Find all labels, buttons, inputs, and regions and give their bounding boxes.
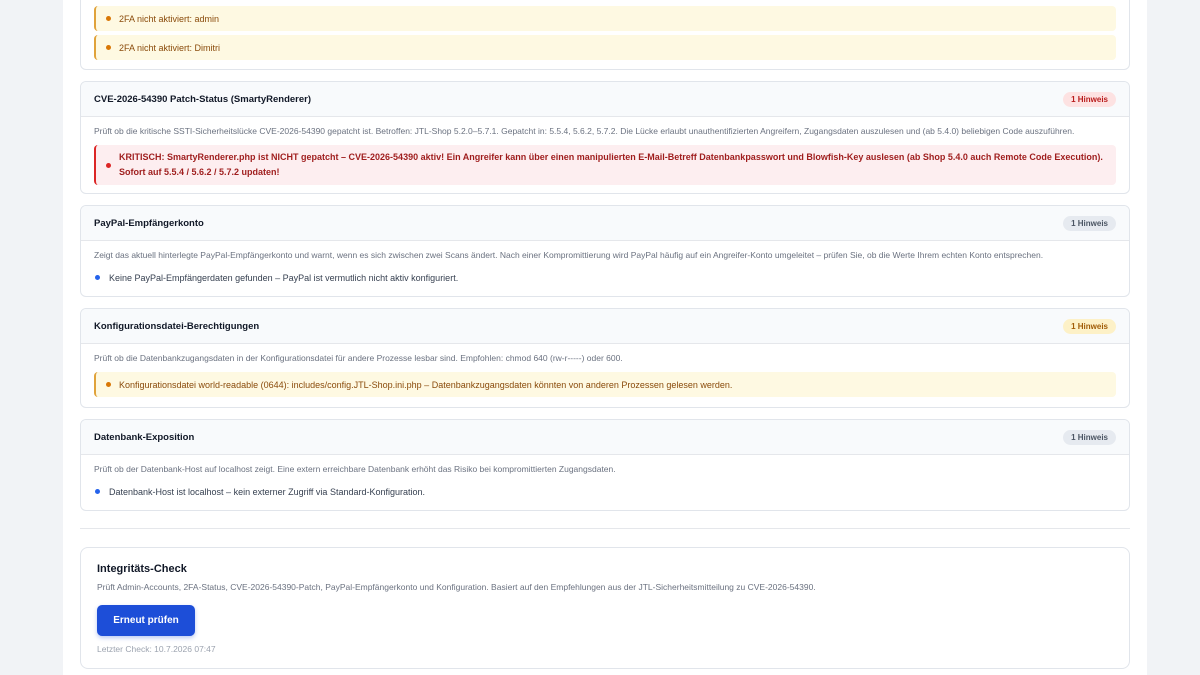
warning-dot-icon	[106, 16, 111, 21]
integrity-check-panel: Integritäts-Check Prüft Admin-Accounts, …	[80, 547, 1130, 669]
critical-alert: KRITISCH: SmartyRenderer.php ist NICHT g…	[94, 145, 1116, 185]
card-title: Datenbank-Exposition	[94, 431, 195, 443]
alert-text: 2FA nicht aktiviert: Dimitri	[119, 42, 221, 53]
integrity-description: Prüft Admin-Accounts, 2FA-Status, CVE-20…	[97, 582, 816, 592]
card-header: PayPal-Empfängerkonto 1 Hinweis	[81, 206, 1129, 241]
hint-badge: 1 Hinweis	[1063, 215, 1116, 231]
alert-text: KRITISCH: SmartyRenderer.php ist NICHT g…	[119, 152, 1103, 162]
alert-text: Konfigurationsdatei world-readable (0644…	[119, 379, 733, 390]
twofa-card: 2FA nicht aktiviert: admin 2FA nicht akt…	[80, 0, 1130, 70]
warning-dot-icon	[106, 45, 111, 50]
warning-dot-icon	[106, 382, 111, 387]
info-dot-icon	[95, 489, 100, 494]
card-header: Konfigurationsdatei-Berechtigungen 1 Hin…	[81, 309, 1129, 344]
card-description: Zeigt das aktuell hinterlegte PayPal-Emp…	[94, 250, 1044, 260]
card-description: Prüft ob die kritische SSTI-Sicherheitsl…	[94, 126, 1075, 136]
card-title: PayPal-Empfängerkonto	[94, 217, 204, 229]
card-title: Konfigurationsdatei-Berechtigungen	[94, 320, 260, 332]
integrity-title: Integritäts-Check	[97, 563, 187, 575]
cve-patch-card: CVE-2026-54390 Patch-Status (SmartyRende…	[80, 81, 1130, 194]
warning-alert: 2FA nicht aktiviert: Dimitri	[94, 35, 1116, 60]
critical-dot-icon	[106, 162, 111, 168]
config-permissions-card: Konfigurationsdatei-Berechtigungen 1 Hin…	[80, 308, 1130, 408]
card-header: CVE-2026-54390 Patch-Status (SmartyRende…	[81, 82, 1129, 117]
hint-badge: 1 Hinweis	[1063, 91, 1116, 107]
database-exposure-card: Datenbank-Exposition 1 Hinweis Prüft ob …	[80, 419, 1130, 511]
hint-badge: 1 Hinweis	[1063, 429, 1116, 445]
recheck-button[interactable]: Erneut prüfen	[97, 605, 195, 636]
section-divider	[80, 528, 1130, 529]
info-message: Datenbank-Host ist localhost – kein exte…	[81, 484, 1129, 499]
warning-alert: 2FA nicht aktiviert: admin	[94, 6, 1116, 31]
alert-text-continued: Sofort auf 5.5.4 / 5.6.2 / 5.7.2 updaten…	[119, 167, 280, 177]
info-text: Datenbank-Host ist localhost – kein exte…	[109, 486, 426, 497]
hint-badge: 1 Hinweis	[1063, 318, 1116, 334]
paypal-card: PayPal-Empfängerkonto 1 Hinweis Zeigt da…	[80, 205, 1130, 297]
info-text: Keine PayPal-Empfängerdaten gefunden – P…	[109, 272, 459, 283]
card-description: Prüft ob die Datenbankzugangsdaten in de…	[94, 353, 623, 363]
alert-text: 2FA nicht aktiviert: admin	[119, 13, 220, 24]
last-check-timestamp: Letzter Check: 10.7.2026 07:47	[97, 644, 216, 654]
card-header: Datenbank-Exposition 1 Hinweis	[81, 420, 1129, 455]
warning-alert: Konfigurationsdatei world-readable (0644…	[94, 372, 1116, 397]
card-title: CVE-2026-54390 Patch-Status (SmartyRende…	[94, 93, 312, 105]
info-message: Keine PayPal-Empfängerdaten gefunden – P…	[81, 270, 1129, 285]
info-dot-icon	[95, 275, 100, 280]
card-description: Prüft ob der Datenbank-Host auf localhos…	[94, 464, 616, 474]
